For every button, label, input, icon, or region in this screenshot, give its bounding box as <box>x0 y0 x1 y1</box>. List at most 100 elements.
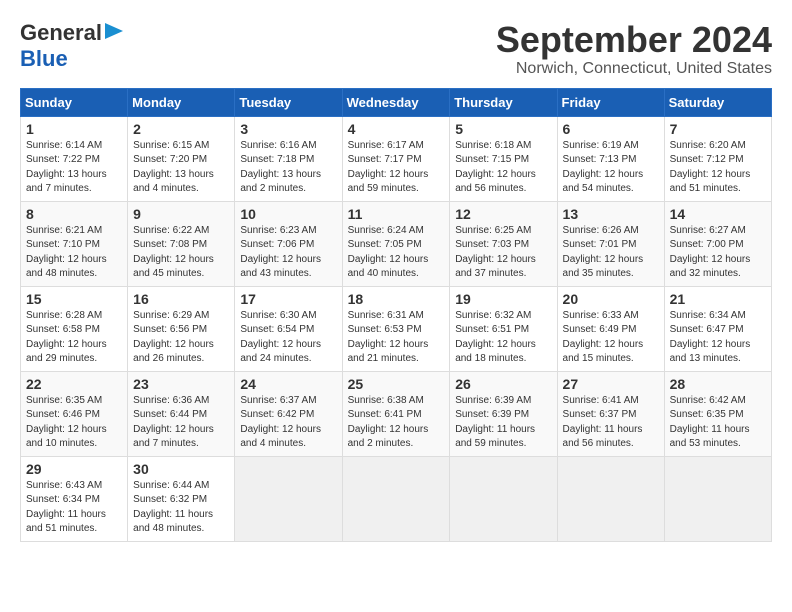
calendar-week-2: 8 Sunrise: 6:21 AM Sunset: 7:10 PM Daylig… <box>21 201 772 286</box>
day-number: 13 <box>563 206 659 222</box>
day-number: 22 <box>26 376 122 392</box>
day-info: Sunrise: 6:36 AM Sunset: 6:44 PM Dayligh… <box>133 394 229 452</box>
day-number: 12 <box>455 206 551 222</box>
day-info: Sunrise: 6:22 AM Sunset: 7:08 PM Dayligh… <box>133 224 229 282</box>
calendar-cell: 12 Sunrise: 6:25 AM Sunset: 7:03 PM Dayli… <box>450 201 557 286</box>
calendar-cell: 19 Sunrise: 6:32 AM Sunset: 6:51 PM Dayli… <box>450 286 557 371</box>
day-info: Sunrise: 6:29 AM Sunset: 6:56 PM Dayligh… <box>133 309 229 367</box>
day-number: 1 <box>26 121 122 137</box>
day-number: 7 <box>670 121 766 137</box>
day-info: Sunrise: 6:18 AM Sunset: 7:15 PM Dayligh… <box>455 139 551 197</box>
calendar-cell: 22 Sunrise: 6:35 AM Sunset: 6:46 PM Dayli… <box>21 371 128 456</box>
day-info: Sunrise: 6:38 AM Sunset: 6:41 PM Dayligh… <box>348 394 445 452</box>
day-number: 2 <box>133 121 229 137</box>
day-info: Sunrise: 6:20 AM Sunset: 7:12 PM Dayligh… <box>670 139 766 197</box>
calendar-week-4: 22 Sunrise: 6:35 AM Sunset: 6:46 PM Dayli… <box>21 371 772 456</box>
day-number: 9 <box>133 206 229 222</box>
day-info: Sunrise: 6:34 AM Sunset: 6:47 PM Dayligh… <box>670 309 766 367</box>
day-info: Sunrise: 6:37 AM Sunset: 6:42 PM Dayligh… <box>240 394 336 452</box>
day-number: 28 <box>670 376 766 392</box>
header-friday: Friday <box>557 88 664 116</box>
calendar-table: SundayMondayTuesdayWednesdayThursdayFrid… <box>20 88 772 542</box>
calendar-header-row: SundayMondayTuesdayWednesdayThursdayFrid… <box>21 88 772 116</box>
day-number: 20 <box>563 291 659 307</box>
day-number: 30 <box>133 461 229 477</box>
calendar-week-3: 15Sunrise: 6:28 AM Sunset: 6:58 PM Dayli… <box>21 286 772 371</box>
calendar-cell: 1 Sunrise: 6:14 AM Sunset: 7:22 PM Daylig… <box>21 116 128 201</box>
day-info: Sunrise: 6:31 AM Sunset: 6:53 PM Dayligh… <box>348 309 445 367</box>
day-number: 8 <box>26 206 122 222</box>
day-info: Sunrise: 6:41 AM Sunset: 6:37 PM Dayligh… <box>563 394 659 452</box>
calendar-cell <box>235 456 342 541</box>
day-number: 29 <box>26 461 122 477</box>
day-number: 6 <box>563 121 659 137</box>
calendar-cell: 25 Sunrise: 6:38 AM Sunset: 6:41 PM Dayli… <box>342 371 450 456</box>
logo-text-blue: Blue <box>20 46 68 71</box>
calendar-cell: 20Sunrise: 6:33 AM Sunset: 6:49 PM Dayli… <box>557 286 664 371</box>
calendar-cell: 2Sunrise: 6:15 AM Sunset: 7:20 PM Daylig… <box>128 116 235 201</box>
calendar-cell: 15Sunrise: 6:28 AM Sunset: 6:58 PM Dayli… <box>21 286 128 371</box>
day-info: Sunrise: 6:25 AM Sunset: 7:03 PM Dayligh… <box>455 224 551 282</box>
calendar-cell: 18 Sunrise: 6:31 AM Sunset: 6:53 PM Dayli… <box>342 286 450 371</box>
calendar-cell: 23 Sunrise: 6:36 AM Sunset: 6:44 PM Dayli… <box>128 371 235 456</box>
day-number: 19 <box>455 291 551 307</box>
calendar-cell: 7 Sunrise: 6:20 AM Sunset: 7:12 PM Daylig… <box>664 116 771 201</box>
header-wednesday: Wednesday <box>342 88 450 116</box>
title-block: September 2024 Norwich, Connecticut, Uni… <box>496 20 772 78</box>
day-number: 18 <box>348 291 445 307</box>
calendar-cell: 30 Sunrise: 6:44 AM Sunset: 6:32 PM Dayli… <box>128 456 235 541</box>
calendar-cell: 6 Sunrise: 6:19 AM Sunset: 7:13 PM Daylig… <box>557 116 664 201</box>
calendar-cell: 4Sunrise: 6:17 AM Sunset: 7:17 PM Daylig… <box>342 116 450 201</box>
day-number: 16 <box>133 291 229 307</box>
day-info: Sunrise: 6:44 AM Sunset: 6:32 PM Dayligh… <box>133 479 229 537</box>
day-info: Sunrise: 6:32 AM Sunset: 6:51 PM Dayligh… <box>455 309 551 367</box>
day-number: 14 <box>670 206 766 222</box>
calendar-cell <box>450 456 557 541</box>
calendar-week-5: 29 Sunrise: 6:43 AM Sunset: 6:34 PM Dayli… <box>21 456 772 541</box>
day-number: 25 <box>348 376 445 392</box>
day-info: Sunrise: 6:42 AM Sunset: 6:35 PM Dayligh… <box>670 394 766 452</box>
day-number: 24 <box>240 376 336 392</box>
day-info: Sunrise: 6:14 AM Sunset: 7:22 PM Dayligh… <box>26 139 122 197</box>
calendar-cell: 14Sunrise: 6:27 AM Sunset: 7:00 PM Dayli… <box>664 201 771 286</box>
day-number: 23 <box>133 376 229 392</box>
day-info: Sunrise: 6:19 AM Sunset: 7:13 PM Dayligh… <box>563 139 659 197</box>
day-number: 3 <box>240 121 336 137</box>
header-thursday: Thursday <box>450 88 557 116</box>
day-info: Sunrise: 6:43 AM Sunset: 6:34 PM Dayligh… <box>26 479 122 537</box>
calendar-week-1: 1 Sunrise: 6:14 AM Sunset: 7:22 PM Daylig… <box>21 116 772 201</box>
calendar-cell: 11 Sunrise: 6:24 AM Sunset: 7:05 PM Dayli… <box>342 201 450 286</box>
day-number: 17 <box>240 291 336 307</box>
logo-text-general: General <box>20 20 102 46</box>
day-number: 15 <box>26 291 122 307</box>
calendar-cell: 29 Sunrise: 6:43 AM Sunset: 6:34 PM Dayli… <box>21 456 128 541</box>
day-number: 26 <box>455 376 551 392</box>
header-monday: Monday <box>128 88 235 116</box>
header-saturday: Saturday <box>664 88 771 116</box>
calendar-cell: 16 Sunrise: 6:29 AM Sunset: 6:56 PM Dayli… <box>128 286 235 371</box>
calendar-cell <box>664 456 771 541</box>
day-info: Sunrise: 6:24 AM Sunset: 7:05 PM Dayligh… <box>348 224 445 282</box>
day-number: 11 <box>348 206 445 222</box>
calendar-cell: 17 Sunrise: 6:30 AM Sunset: 6:54 PM Dayli… <box>235 286 342 371</box>
day-info: Sunrise: 6:16 AM Sunset: 7:18 PM Dayligh… <box>240 139 336 197</box>
calendar-cell: 3 Sunrise: 6:16 AM Sunset: 7:18 PM Daylig… <box>235 116 342 201</box>
day-number: 4 <box>348 121 445 137</box>
calendar-cell: 5 Sunrise: 6:18 AM Sunset: 7:15 PM Daylig… <box>450 116 557 201</box>
calendar-cell: 27 Sunrise: 6:41 AM Sunset: 6:37 PM Dayli… <box>557 371 664 456</box>
day-info: Sunrise: 6:35 AM Sunset: 6:46 PM Dayligh… <box>26 394 122 452</box>
day-number: 5 <box>455 121 551 137</box>
day-info: Sunrise: 6:21 AM Sunset: 7:10 PM Dayligh… <box>26 224 122 282</box>
day-info: Sunrise: 6:30 AM Sunset: 6:54 PM Dayligh… <box>240 309 336 367</box>
day-number: 21 <box>670 291 766 307</box>
logo-arrow-icon <box>105 21 125 46</box>
calendar-cell: 24 Sunrise: 6:37 AM Sunset: 6:42 PM Dayli… <box>235 371 342 456</box>
header-tuesday: Tuesday <box>235 88 342 116</box>
calendar-subtitle: Norwich, Connecticut, United States <box>496 60 772 78</box>
header-sunday: Sunday <box>21 88 128 116</box>
calendar-cell <box>557 456 664 541</box>
day-number: 27 <box>563 376 659 392</box>
calendar-cell: 21 Sunrise: 6:34 AM Sunset: 6:47 PM Dayli… <box>664 286 771 371</box>
calendar-cell: 10Sunrise: 6:23 AM Sunset: 7:06 PM Dayli… <box>235 201 342 286</box>
day-info: Sunrise: 6:26 AM Sunset: 7:01 PM Dayligh… <box>563 224 659 282</box>
